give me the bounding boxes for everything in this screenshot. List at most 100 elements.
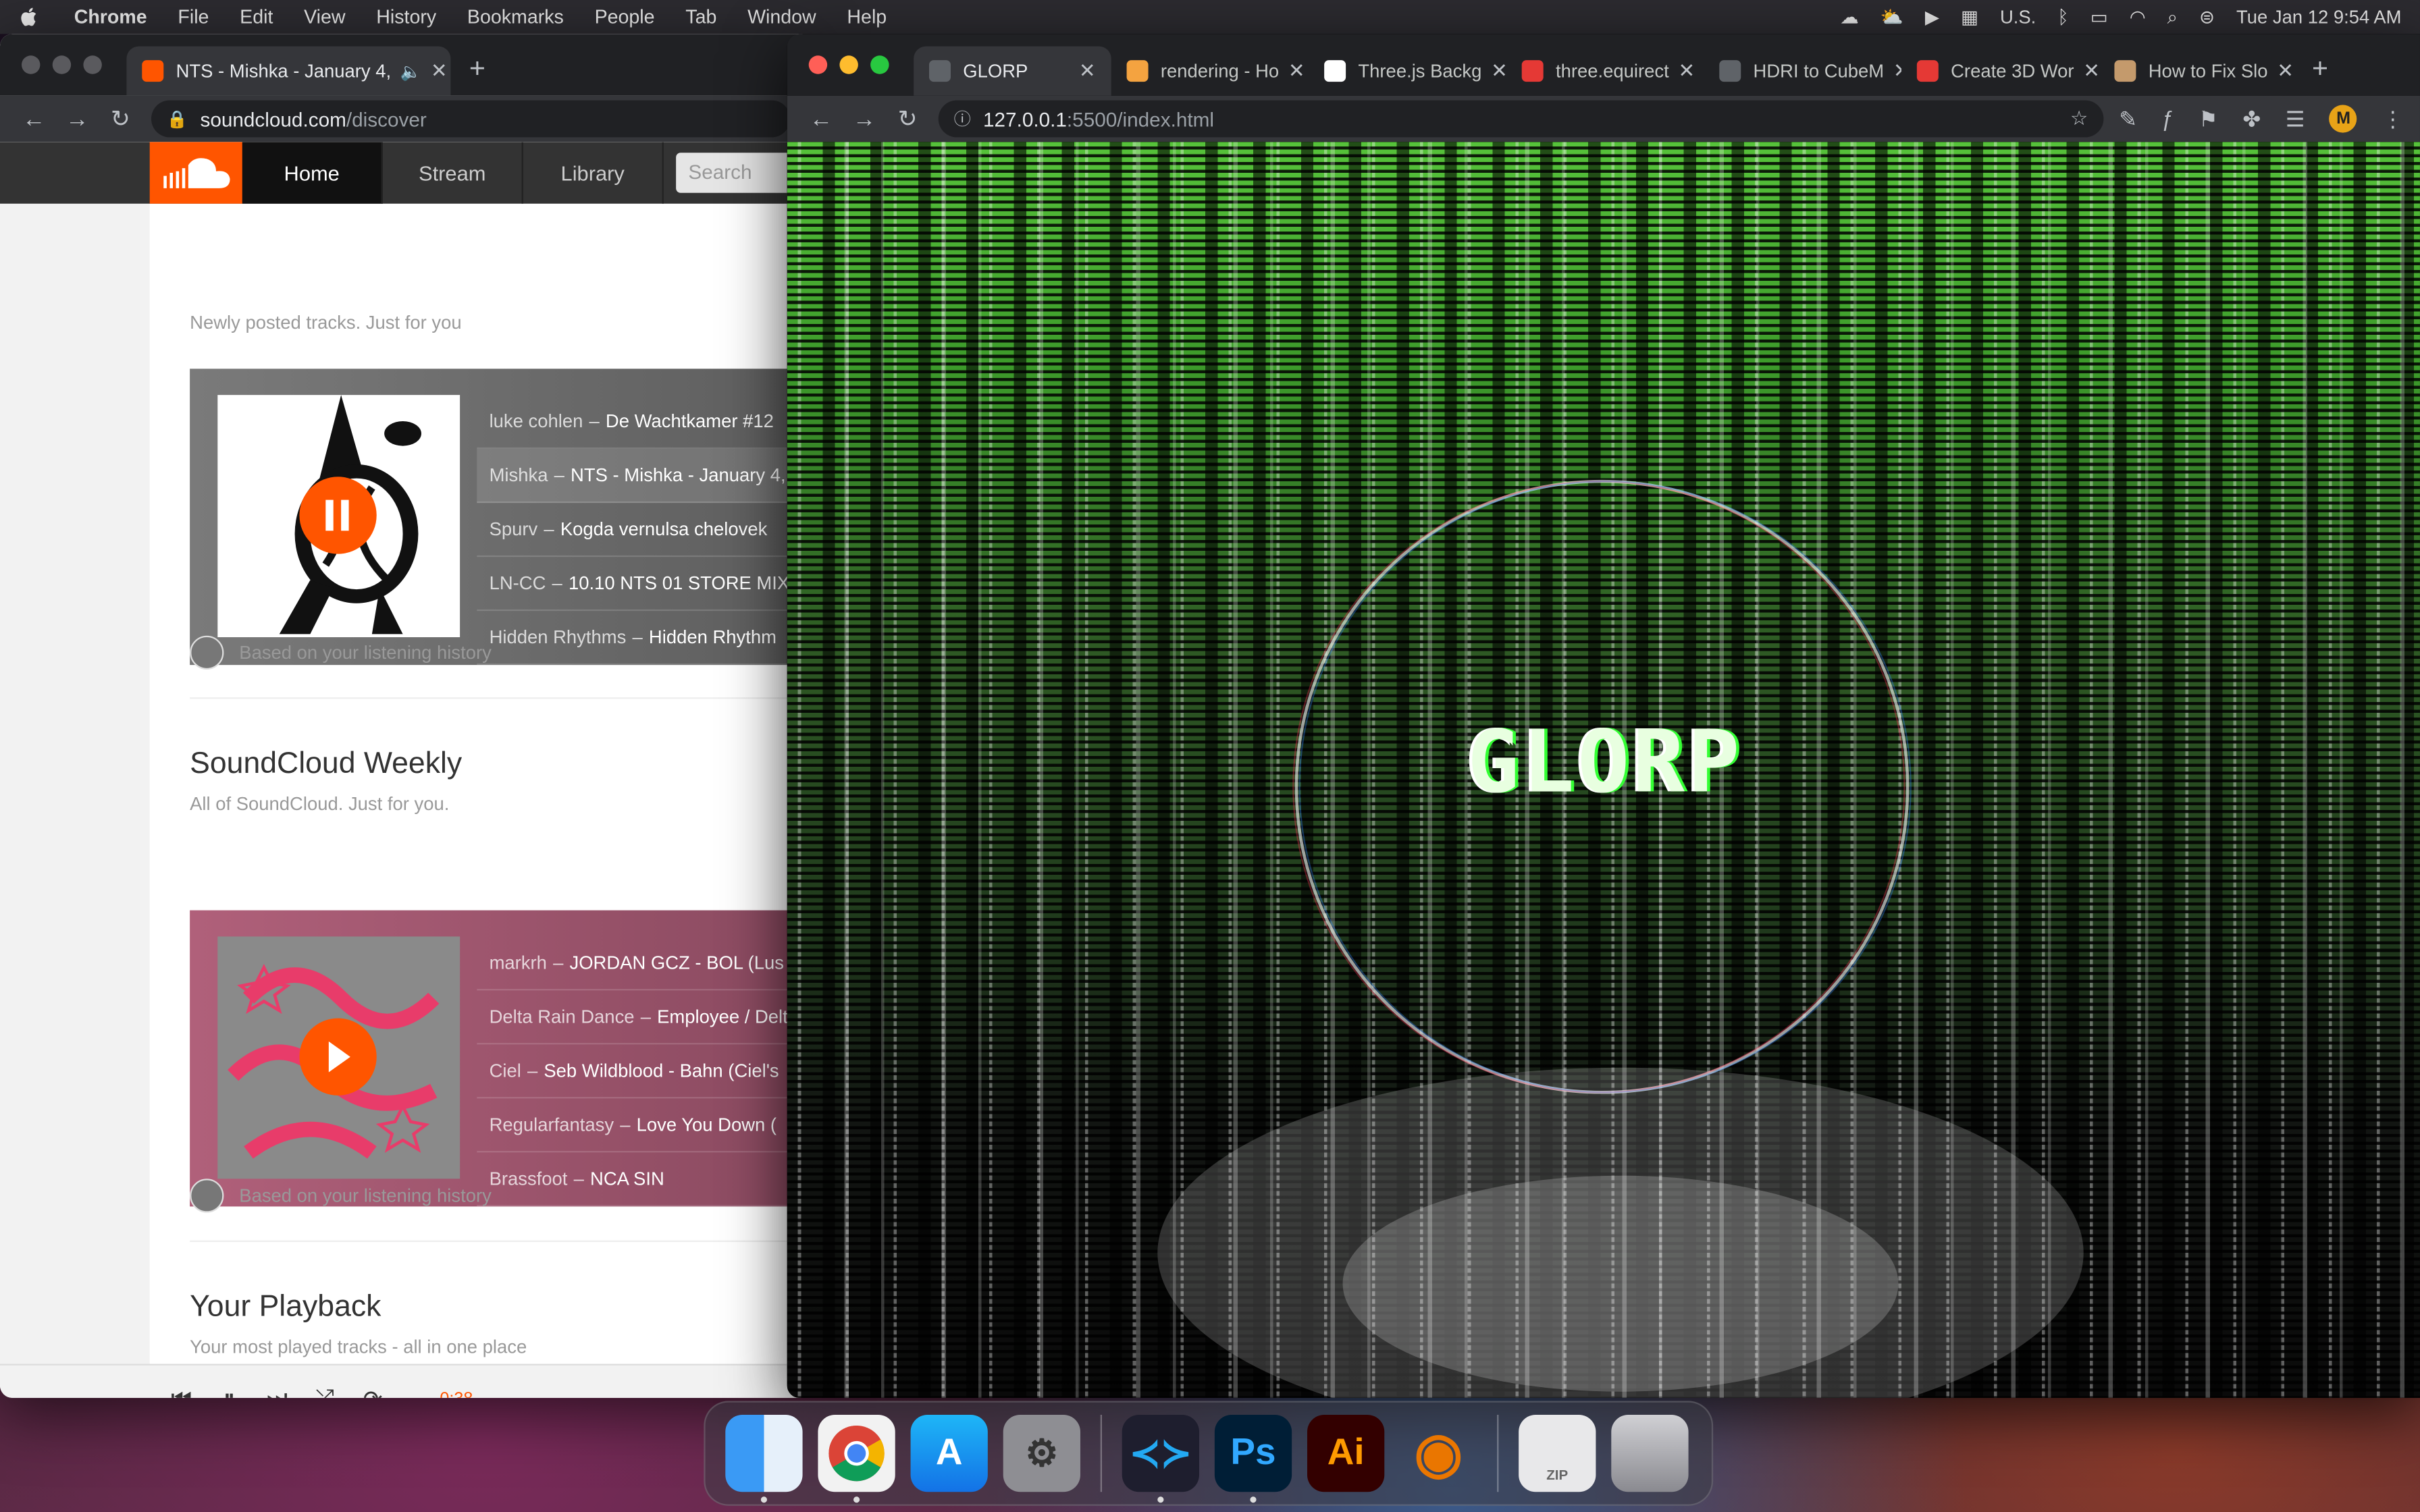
menu-window[interactable]: Window: [747, 6, 816, 28]
track-row[interactable]: Spurv – Kogda vernulsa chelovek: [477, 503, 803, 558]
address-bar[interactable]: 🔒 soundcloud.com/discover: [151, 100, 791, 138]
search-icon[interactable]: ⌕: [2167, 5, 2178, 28]
tab-rendering[interactable]: rendering - Ho ✕: [1111, 47, 1309, 96]
bookmark-extension-icon[interactable]: ⚑: [2199, 106, 2218, 132]
vscode-icon[interactable]: ≺≻: [1122, 1414, 1199, 1503]
puzzle-extensions-icon[interactable]: ✤: [2242, 106, 2261, 132]
next-track-icon[interactable]: ⏭: [253, 1386, 301, 1398]
track-row[interactable]: LN-CC –10.10 NTS 01 STORE MIX: F: [477, 557, 803, 612]
menu-app-name[interactable]: Chrome: [74, 6, 147, 28]
bookmark-star-icon[interactable]: ☆: [2070, 107, 2088, 132]
apple-icon[interactable]: [18, 6, 40, 28]
close-tab-icon[interactable]: ✕: [1481, 59, 1506, 84]
pause-icon[interactable]: ⏸: [205, 1386, 253, 1398]
battery-icon[interactable]: ▭: [2090, 6, 2108, 28]
nav-stream[interactable]: Stream: [383, 142, 523, 204]
back-icon[interactable]: ←: [12, 106, 55, 132]
track-row[interactable]: markrh – JORDAN GCZ - BOL (Lus: [477, 936, 803, 991]
blender-icon[interactable]: ◉: [1400, 1415, 1477, 1492]
forward-icon[interactable]: →: [843, 106, 886, 132]
close-tab-icon[interactable]: ✕: [1279, 59, 1305, 84]
pause-button[interactable]: [299, 477, 377, 554]
close-window-button[interactable]: [21, 55, 41, 74]
playlist-artwork-weekly[interactable]: [217, 936, 461, 1179]
track-row-playing[interactable]: Mishka – NTS - Mishka - January 4,: [477, 449, 803, 504]
clock[interactable]: Tue Jan 12 9:54 AM: [2236, 6, 2401, 28]
reload-icon[interactable]: ↻: [886, 105, 929, 133]
media-list-icon[interactable]: ☰: [2286, 106, 2305, 132]
track-row[interactable]: Ciel – Seb Wildblood - Bahn (Ciel's: [477, 1044, 803, 1099]
section-title-weekly[interactable]: SoundCloud Weekly: [190, 747, 462, 782]
menu-tab[interactable]: Tab: [685, 6, 716, 28]
tab-soundcloud[interactable]: NTS - Mishka - January 4, 🔈 ✕: [126, 46, 451, 96]
wifi-icon[interactable]: ◠: [2130, 6, 2146, 28]
control-center-icon[interactable]: ⊜: [2199, 6, 2215, 28]
track-row[interactable]: Delta Rain Dance – Employee / Delt: [477, 990, 803, 1045]
tab-three-equirect[interactable]: three.equirect ✕: [1506, 47, 1704, 96]
track-row[interactable]: Brassfoot – NCA SIN: [477, 1152, 803, 1207]
close-tab-icon[interactable]: ✕: [421, 59, 448, 84]
playlist-artwork[interactable]: [217, 395, 461, 637]
address-bar[interactable]: ⓘ 127.0.0.1:5500/index.html ☆: [938, 100, 2104, 138]
menu-view[interactable]: View: [304, 6, 345, 28]
soundcloud-logo-icon[interactable]: [149, 142, 242, 204]
webgl-canvas[interactable]: GLORP: [787, 142, 2420, 1398]
menu-help[interactable]: Help: [847, 6, 887, 28]
nav-library[interactable]: Library: [523, 142, 664, 204]
minimize-window-button[interactable]: [839, 55, 858, 74]
track-row[interactable]: Hidden Rhythms – Hidden Rhythm: [477, 611, 803, 666]
zoom-window-button[interactable]: [83, 55, 102, 74]
play-circle-icon[interactable]: ▶: [1925, 6, 1939, 28]
cloud-upload-icon[interactable]: ⛅: [1880, 6, 1903, 28]
app-store-icon[interactable]: A: [910, 1414, 988, 1492]
search-input[interactable]: Search: [676, 153, 803, 193]
reload-icon[interactable]: ↻: [99, 105, 142, 133]
function-extension-icon[interactable]: ƒ: [2162, 107, 2174, 132]
trash-icon[interactable]: [1611, 1414, 1689, 1492]
menu-people[interactable]: People: [595, 6, 655, 28]
menu-edit[interactable]: Edit: [240, 6, 273, 28]
input-source-label[interactable]: U.S.: [2000, 6, 2036, 28]
chrome-icon[interactable]: [818, 1414, 895, 1503]
close-window-button[interactable]: [808, 55, 828, 74]
pen-extension-icon[interactable]: ✎: [2119, 106, 2137, 132]
tab-hdri-to-cubemap[interactable]: HDRI to CubeM ✕: [1704, 47, 1901, 96]
play-button[interactable]: [299, 1018, 377, 1096]
bluetooth-icon[interactable]: ᛒ: [2057, 6, 2068, 28]
info-icon[interactable]: ⓘ: [954, 107, 971, 132]
system-preferences-icon[interactable]: ⚙: [1003, 1414, 1080, 1492]
menu-history[interactable]: History: [376, 6, 436, 28]
lock-icon[interactable]: 🔒: [167, 109, 188, 128]
illustrator-icon[interactable]: Ai: [1307, 1414, 1385, 1492]
nav-home[interactable]: Home: [242, 142, 383, 204]
back-icon[interactable]: ←: [799, 106, 843, 132]
shuffle-icon[interactable]: ⤮: [301, 1386, 349, 1398]
tab-threejs-background[interactable]: Three.js Backg ✕: [1309, 47, 1506, 96]
repeat-icon[interactable]: ⟳: [349, 1384, 397, 1398]
tab-how-to-fix[interactable]: How to Fix Slo ✕: [2099, 47, 2297, 96]
close-tab-icon[interactable]: ✕: [1070, 59, 1096, 84]
finder-icon[interactable]: [725, 1414, 803, 1503]
minimize-window-button[interactable]: [52, 55, 72, 74]
close-tab-icon[interactable]: ✕: [1669, 59, 1695, 84]
section-title-playback[interactable]: Your Playback: [190, 1290, 381, 1326]
more-menu-icon[interactable]: ⋮: [2382, 106, 2404, 132]
track-row[interactable]: luke cohlen – De Wachtkamer #12: [477, 395, 803, 450]
menu-bookmarks[interactable]: Bookmarks: [467, 6, 564, 28]
creative-cloud-icon[interactable]: ☁: [1840, 6, 1858, 28]
zoom-window-button[interactable]: [870, 55, 889, 74]
previous-track-icon[interactable]: ⏮: [157, 1386, 205, 1398]
profile-avatar[interactable]: M: [2330, 105, 2358, 133]
close-tab-icon[interactable]: ✕: [1884, 59, 1901, 84]
speaker-icon[interactable]: 🔈: [400, 61, 421, 81]
close-tab-icon[interactable]: ✕: [2268, 59, 2294, 84]
new-tab-button[interactable]: +: [2312, 53, 2328, 85]
track-row[interactable]: Regularfantasy – Love You Down (: [477, 1098, 803, 1153]
flag-icon[interactable]: ▦: [1961, 6, 1978, 28]
close-tab-icon[interactable]: ✕: [2074, 59, 2099, 84]
photoshop-icon[interactable]: Ps: [1214, 1414, 1292, 1503]
menu-file[interactable]: File: [178, 6, 209, 28]
archive-zip-icon[interactable]: ZIP: [1519, 1414, 1596, 1492]
forward-icon[interactable]: →: [55, 106, 99, 132]
new-tab-button[interactable]: +: [469, 53, 485, 85]
